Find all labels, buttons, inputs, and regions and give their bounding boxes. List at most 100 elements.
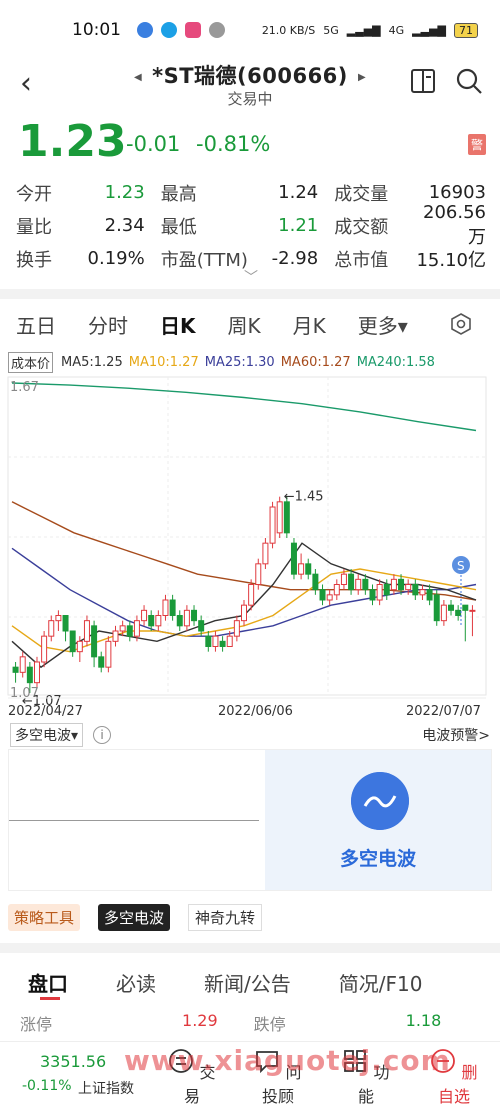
expand-chevron-icon[interactable]: ﹀ [16, 271, 486, 287]
candle-body [433, 594, 440, 622]
tab-daily-k[interactable]: 日K [160, 310, 196, 339]
tab-monthly-k[interactable]: 月K [293, 310, 326, 339]
candle-body [148, 615, 155, 627]
candle-body [412, 584, 419, 596]
tab-5day[interactable]: 五日 [16, 310, 56, 339]
wave-logo-icon [351, 772, 409, 830]
app-notification-icon [185, 22, 201, 38]
candle-body [41, 635, 48, 663]
candle [369, 584, 376, 606]
divider [0, 289, 500, 299]
info-icon[interactable]: i [93, 726, 112, 744]
tab-f10[interactable]: 简况/F10 [339, 968, 423, 997]
candle-body [448, 604, 455, 611]
candle-body [91, 625, 98, 658]
signal-5g: 5G [323, 23, 339, 37]
book-icon[interactable] [408, 66, 438, 96]
candle-body [469, 609, 476, 612]
candle-body [362, 578, 369, 591]
candle [462, 604, 469, 642]
candle-body [191, 609, 198, 622]
candle [233, 615, 240, 642]
ma10-label: MA10:1.27 [128, 354, 199, 370]
candle [269, 501, 276, 549]
candle-body [333, 584, 340, 596]
next-stock-icon[interactable]: ▶ [358, 72, 366, 83]
candle [69, 630, 76, 657]
candle-body [198, 620, 205, 632]
signal-icon: ▂▃▅▇ [346, 23, 381, 37]
tool-duokong[interactable]: 多空电波 [98, 903, 171, 931]
active-tab-underline [40, 997, 60, 1000]
candle-body [276, 501, 283, 534]
candle-body [462, 604, 469, 611]
candle [440, 600, 447, 626]
candle [191, 605, 198, 626]
candle [241, 600, 247, 626]
candle [469, 605, 476, 637]
candle-body [262, 542, 269, 565]
ma-legend: 成本价 MA5:1.25 MA10:1.27 MA25:1.30 MA60:1.… [0, 349, 500, 375]
warning-badge[interactable]: 警 [467, 134, 486, 155]
candle-body [112, 630, 119, 642]
app-notification-icon [161, 22, 177, 38]
ma240-label: MA240:1.58 [356, 354, 435, 370]
candle-body [162, 599, 169, 616]
stat-label: 成交量 [334, 183, 389, 205]
high-price-marker: ←1.45 [284, 490, 324, 505]
candle-body [340, 573, 347, 586]
candle [355, 574, 362, 595]
tab-must-read[interactable]: 必读 [116, 968, 156, 997]
candle-body [55, 615, 62, 622]
candle-body [298, 563, 305, 575]
strategy-tools-label: 策略工具 [8, 903, 81, 931]
current-price: 1.23 [18, 116, 127, 167]
tab-intraday[interactable]: 分时 [88, 310, 128, 339]
wave-alert-link[interactable]: 电波预警> [422, 725, 490, 745]
candle [212, 631, 219, 652]
candle [12, 662, 19, 683]
tab-more[interactable]: 更多▾ [358, 310, 408, 339]
candle [376, 579, 383, 606]
tools-row: 策略工具 多空电波 神奇九转 [0, 891, 500, 943]
candle-body [305, 563, 312, 575]
stats-grid: 今开 1.23 最高 1.24 成交量 16903 量比 2.34 最低 1.2… [0, 176, 500, 287]
kline-svg[interactable]: 1.67 1.07 ←1.45 ←1.07 S 2022/04/27 2022/… [0, 375, 500, 721]
candle-body [83, 620, 90, 642]
candle-body [155, 615, 162, 627]
tab-order-book[interactable]: 盘口 [28, 968, 68, 997]
candle [319, 584, 326, 606]
candle-body [105, 640, 112, 668]
settings-icon[interactable] [450, 313, 472, 335]
candle-body [33, 661, 40, 684]
tool-magic-nine[interactable]: 神奇九转 [188, 903, 263, 931]
candle [141, 605, 148, 626]
price-row: 1.23 -0.01 -0.81% 警 [0, 116, 500, 176]
stat-value: 2.34 [104, 215, 145, 236]
kline-chart[interactable]: 1.67 1.07 ←1.45 ←1.07 S 2022/04/27 2022/… [0, 375, 500, 721]
candle [91, 620, 98, 668]
tab-news[interactable]: 新闻/公告 [204, 968, 291, 997]
duokong-promo[interactable]: 多空电波 [265, 750, 491, 890]
search-icon[interactable] [454, 66, 484, 96]
candle-body [290, 542, 297, 575]
index-value[interactable]: 3351.56 [40, 1052, 106, 1071]
order-book-peek: 涨停 1.29 跌停 1.18 [0, 1011, 500, 1039]
duokong-select[interactable]: 多空电波▾ [10, 723, 84, 747]
candle-body [312, 573, 319, 591]
tab-weekly-k[interactable]: 周K [228, 310, 261, 339]
candle [390, 574, 397, 595]
stat-value: 1.23 [104, 182, 145, 203]
candle-body [355, 578, 362, 591]
candle [126, 620, 133, 642]
candle-body [226, 635, 233, 647]
candle-body [369, 589, 376, 601]
candle-body [440, 604, 447, 622]
candle [455, 605, 462, 621]
stat-value: 206.56万 [423, 202, 486, 248]
candle [162, 594, 169, 621]
x-label-end: 2022/07/07 [406, 704, 481, 719]
candle [55, 610, 62, 631]
cost-price-toggle[interactable]: 成本价 [8, 351, 54, 373]
candle-body [26, 666, 33, 684]
